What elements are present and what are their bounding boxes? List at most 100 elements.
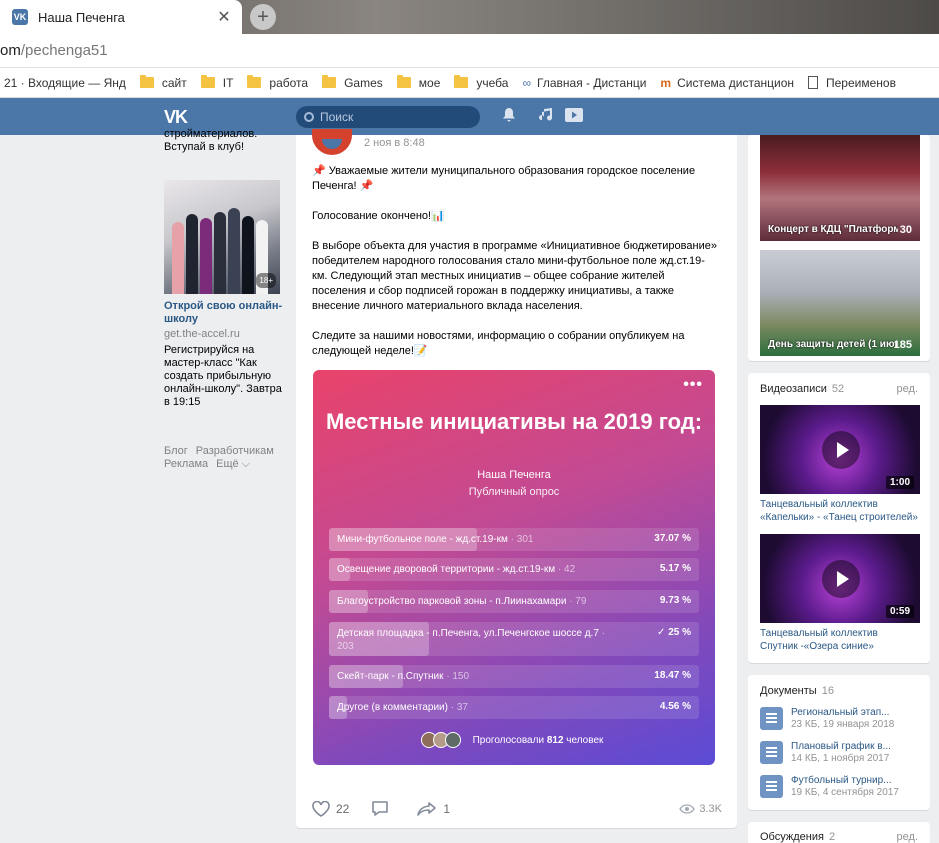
ad-person — [200, 218, 212, 294]
ad-domain[interactable]: get.the-accel.ru — [164, 328, 284, 341]
bookmark-item[interactable]: m Система дистанцион — [660, 76, 794, 90]
url-path: /pechenga51 — [20, 42, 108, 59]
more-options-icon[interactable]: ••• — [683, 376, 703, 394]
poll-option-votes: · 301 — [507, 534, 534, 545]
vk-logo-icon[interactable]: VK — [164, 107, 188, 128]
bookmark-label: мое — [418, 75, 441, 90]
bookmarks-bar: 21 · Входящие — Янд сайт IT работа Games… — [0, 68, 939, 98]
play-icon — [822, 560, 860, 598]
search-box[interactable] — [296, 106, 480, 128]
document-name[interactable]: Футбольный турнир... — [791, 775, 899, 787]
video-thumbnail[interactable]: 1:00 — [760, 405, 920, 494]
poll-option-percent-value: 25 % — [668, 627, 691, 638]
poll-option-label: Освещение дворовой территории - жд.ст.19… — [329, 558, 619, 581]
poll-option[interactable]: Другое (в комментарии) · 37 4.56 % — [329, 696, 699, 719]
bookmark-label: работа — [269, 75, 309, 90]
like-button[interactable]: 22 — [312, 801, 349, 817]
video-title[interactable]: Танцевальный коллектив Спутник -«Озера с… — [760, 627, 918, 653]
footer-link-dev[interactable]: Разработчикам — [196, 445, 274, 457]
poll-author[interactable]: Наша Печенга — [313, 469, 715, 481]
poll-option[interactable]: Благоустройство парковой зоны - п.Лиинах… — [329, 590, 699, 613]
address-bar[interactable]: om/pechenga51 — [0, 34, 939, 68]
poll-option-text: Благоустройство парковой зоны - п.Лиинах… — [337, 596, 567, 607]
notifications-bell-icon[interactable] — [503, 108, 515, 122]
photo-albums-block: Концерт в КДЦ "Платформа" 30 День защиты… — [748, 135, 930, 361]
ad-text[interactable]: Регистрируйся на мастер-класс "Как созда… — [164, 344, 284, 409]
bookmark-label: учеба — [476, 75, 509, 90]
photo-album[interactable]: Концерт в КДЦ "Платформа" 30 — [760, 135, 920, 241]
document-meta: 23 КБ, 19 января 2018 — [791, 719, 895, 730]
video-title[interactable]: Танцевальный коллектив «Капельки» - «Тан… — [760, 498, 918, 524]
photo-album[interactable]: День защиты детей (1 июня) 185 — [760, 250, 920, 356]
videos-edit-link[interactable]: ред. — [897, 383, 918, 395]
video-icon[interactable] — [565, 108, 583, 122]
folder-icon — [396, 75, 411, 88]
ad-image[interactable]: 18+ — [164, 180, 280, 294]
document-item[interactable]: Плановый график в... 14 КБ, 1 ноября 2017 — [760, 741, 918, 768]
poll-option[interactable]: Освещение дворовой территории - жд.ст.19… — [329, 558, 699, 581]
eye-icon — [679, 804, 696, 814]
search-input[interactable] — [320, 110, 470, 124]
poll-title: Местные инициативы на 2019 год: — [325, 409, 703, 434]
post-paragraph: Следите за нашими новостями, информацию … — [312, 330, 685, 357]
bookmark-item[interactable]: 21 · Входящие — Янд — [4, 76, 126, 90]
ad-title[interactable]: Открой свою онлайн-школу — [164, 300, 284, 326]
document-name[interactable]: Региональный этап... — [791, 707, 894, 719]
browser-tabstrip: VK Наша Печенга ✕ + — [0, 0, 939, 34]
poll-option-text: Детская площадка - п.Печенга, ул.Печенгс… — [337, 628, 599, 639]
new-tab-button[interactable]: + — [250, 4, 276, 30]
footer-link-blog[interactable]: Блог — [164, 445, 188, 457]
video-thumbnail[interactable]: 0:59 — [760, 534, 920, 623]
ad-top-text: стройматериалов. Вступай в клуб! — [164, 128, 258, 153]
ad-person — [228, 208, 240, 294]
poll-option[interactable]: Мини-футбольное поле - жд.ст.19-км · 301… — [329, 528, 699, 551]
url-text[interactable]: om/pechenga51 — [0, 42, 108, 59]
bookmark-item[interactable]: ∞ Главная - Дистанци — [522, 76, 646, 90]
post-paragraph: 📌 Уважаемые жители муниципального образо… — [312, 165, 696, 192]
post-actions: 22 1 3.3K — [312, 799, 722, 819]
bookmark-folder[interactable]: учеба — [454, 75, 509, 90]
poll-option-percent: 4.56 % — [659, 701, 691, 712]
document-name[interactable]: Плановый график в... — [791, 741, 891, 753]
footer-link-ads[interactable]: Реклама — [164, 458, 208, 470]
age-rating-badge: 18+ — [256, 273, 276, 288]
close-tab-icon[interactable]: ✕ — [214, 7, 234, 27]
documents-header[interactable]: Документы 16 — [748, 675, 930, 701]
bookmark-folder[interactable]: мое — [396, 75, 441, 90]
discussions-header[interactable]: Обсуждения 2 ред. — [748, 822, 930, 843]
discussions-edit-link[interactable]: ред. — [897, 831, 918, 843]
photo-album-caption: День защиты детей (1 июня) — [768, 339, 898, 350]
comment-button[interactable] — [371, 801, 395, 817]
bookmark-folder[interactable]: Games — [322, 75, 383, 90]
poll-voters[interactable]: Проголосовали 812 человек — [313, 732, 715, 748]
bookmark-folder[interactable]: сайт — [139, 75, 187, 90]
bookmark-folder[interactable]: работа — [247, 75, 309, 90]
share-button[interactable]: 1 — [417, 801, 450, 817]
post-date[interactable]: 2 ноя в 8:48 — [364, 137, 425, 149]
share-icon — [417, 802, 437, 816]
browser-tab[interactable]: VK Наша Печенга ✕ — [0, 0, 242, 34]
footer-links: Блог Разработчикам Реклама Ещё ⌵ — [164, 445, 284, 471]
bookmark-item[interactable]: Переименов — [808, 76, 896, 90]
footer-link-more[interactable]: Ещё ⌵ — [216, 458, 250, 470]
heart-icon — [312, 801, 330, 817]
videos-header[interactable]: Видеозаписи 52 ред. — [748, 373, 930, 399]
document-item[interactable]: Футбольный турнир... 19 КБ, 4 сентября 20… — [760, 775, 918, 802]
poll-card: ••• Местные инициативы на 2019 год: Наша… — [313, 370, 715, 765]
poll-option-text: Другое (в комментарии) — [337, 702, 448, 713]
left-column: стройматериалов. Вступай в клуб! 18+ Отк… — [164, 128, 284, 471]
discussions-header-count: 2 — [828, 831, 836, 843]
poll-option[interactable]: Детская площадка - п.Печенга, ул.Печенгс… — [329, 622, 699, 656]
poll-voted-prefix: Проголосовали — [472, 734, 547, 746]
poll-option-percent: 37.07 % — [654, 533, 691, 544]
ad-person — [172, 222, 184, 294]
ad-person — [242, 216, 254, 294]
community-avatar[interactable] — [312, 129, 352, 155]
poll-option-text: Мини-футбольное поле - жд.ст.19-км — [337, 534, 508, 545]
video-duration: 1:00 — [885, 476, 914, 489]
document-item[interactable]: Региональный этап... 23 КБ, 19 января 201… — [760, 707, 918, 734]
poll-option[interactable]: Скейт-парк - п.Спутник · 150 18.47 % — [329, 665, 699, 688]
music-icon[interactable] — [539, 108, 553, 122]
bookmark-folder[interactable]: IT — [200, 75, 233, 90]
folder-icon — [247, 75, 262, 88]
